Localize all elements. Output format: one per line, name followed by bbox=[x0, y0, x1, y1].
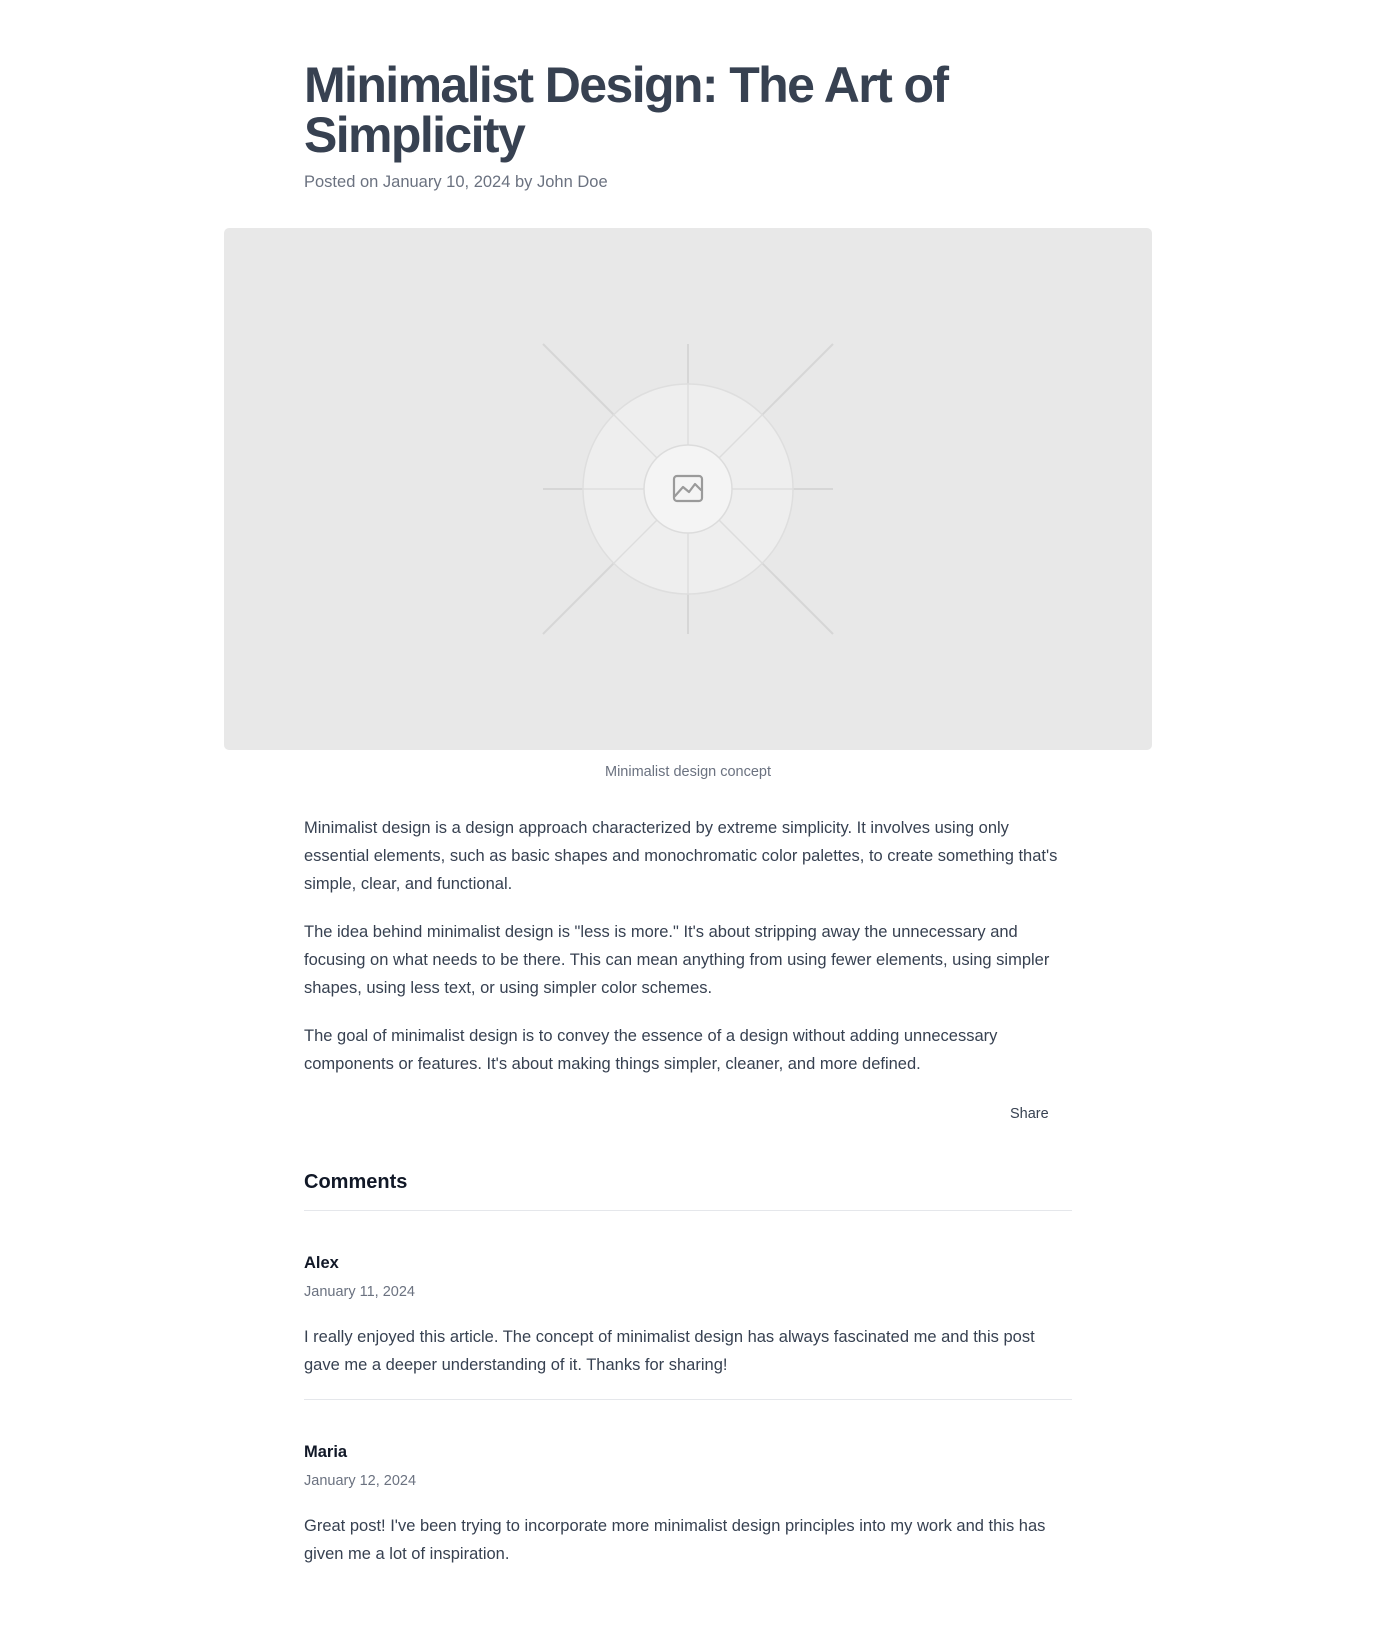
post-title: Minimalist Design: The Art of Simplicity bbox=[304, 57, 949, 163]
article-paragraph: The idea behind minimalist design is "le… bbox=[304, 923, 1050, 997]
article-paragraph: The goal of minimalist design is to conv… bbox=[304, 1027, 998, 1073]
comments-heading: Comments bbox=[304, 1171, 408, 1193]
comment-date: January 11, 2024 bbox=[304, 1284, 415, 1300]
hero-image bbox=[224, 228, 1152, 750]
figure-caption: Minimalist design concept bbox=[604, 764, 772, 780]
comment-date: January 12, 2024 bbox=[304, 1473, 417, 1489]
post-meta: Posted on January 10, 2024 by John Doe bbox=[304, 173, 608, 191]
comment-text: Great post! I've been trying to incorpor… bbox=[304, 1517, 1046, 1563]
divider bbox=[304, 1210, 1072, 1211]
comment-author: Maria bbox=[304, 1443, 348, 1461]
comment-text: I really enjoyed this article. The conce… bbox=[304, 1328, 1035, 1374]
placeholder-graphic bbox=[542, 343, 834, 635]
divider bbox=[304, 1399, 1072, 1400]
comment-author: Alex bbox=[304, 1254, 339, 1272]
share-button[interactable]: Share bbox=[1010, 1104, 1049, 1124]
article-paragraph: Minimalist design is a design approach c… bbox=[304, 819, 1058, 893]
